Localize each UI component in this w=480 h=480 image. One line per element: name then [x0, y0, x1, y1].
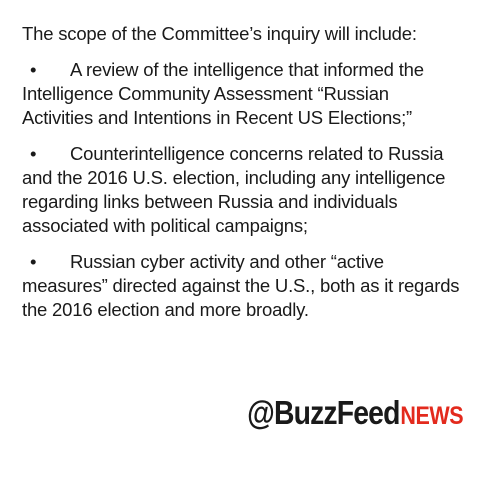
list-item: • Counterintelligence concerns related to…	[22, 142, 462, 238]
list-item: • Russian cyber activity and other “activ…	[22, 250, 462, 322]
list-item: • A review of the intelligence that infor…	[22, 58, 462, 130]
bullet-icon: •	[30, 143, 37, 164]
bullet-icon: •	[30, 251, 37, 272]
buzzfeed-news-logo: @BuzzFeed NEWS	[247, 394, 463, 432]
bullet-icon: •	[30, 59, 37, 80]
document-body: The scope of the Committee’s inquiry wil…	[22, 22, 462, 334]
intro-text: The scope of the Committee’s inquiry wil…	[22, 23, 417, 44]
list-item-text: A review of the intelligence that inform…	[22, 59, 424, 128]
list-item-text: Counterintelligence concerns related to …	[22, 143, 446, 236]
list-item-text: Russian cyber activity and other “active…	[22, 251, 460, 320]
logo-news-text: NEWS	[400, 402, 463, 430]
logo-main-text: @BuzzFeed	[246, 394, 400, 431]
